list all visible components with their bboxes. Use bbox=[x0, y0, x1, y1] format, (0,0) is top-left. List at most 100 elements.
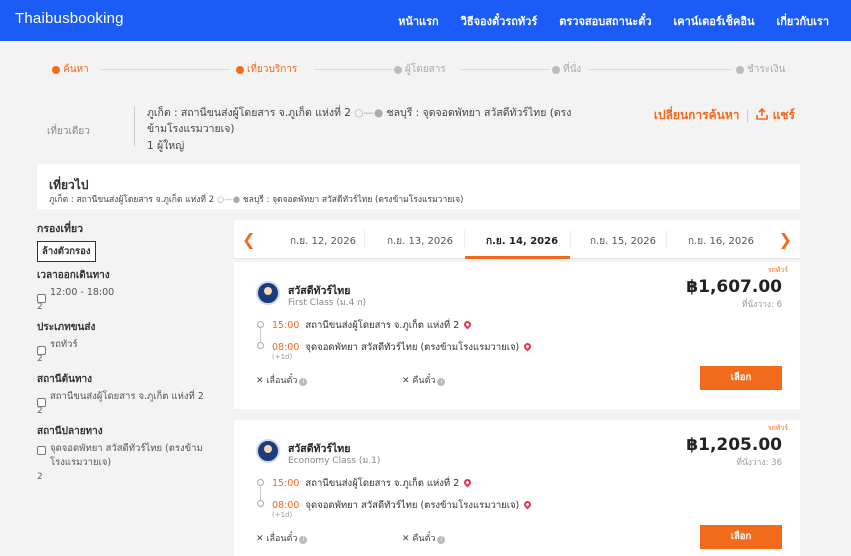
step-dot bbox=[552, 65, 560, 74]
top-navbar: Thaibusbooking หน้าแรก วิธีจองตั๋วรถทัวร… bbox=[0, 0, 851, 41]
arrival-stop: 08:00 จุดจอดพัทยา สวัสดีทัวร์ไทย (ตรงข้าม… bbox=[272, 340, 533, 355]
route-arrow-icon: ○—● bbox=[354, 107, 387, 119]
next-day-note: (+1d) bbox=[272, 353, 293, 361]
select-trip-button[interactable]: เลือก bbox=[700, 525, 782, 549]
progress-line bbox=[100, 69, 230, 70]
trip-price: ฿1,607.00 bbox=[686, 277, 782, 297]
operator-logo bbox=[256, 281, 280, 305]
date-tab[interactable]: ก.ย. 12, 2026 bbox=[290, 234, 356, 249]
outbound-route: ภูเก็ต : สถานีขนส่งผู้โดยสาร จ.ภูเก็ต แห… bbox=[49, 195, 464, 205]
checkbox[interactable] bbox=[37, 294, 46, 303]
timeline-dot bbox=[257, 500, 264, 507]
operator-logo bbox=[256, 439, 280, 463]
progress-line bbox=[460, 69, 550, 70]
trip-card: รถทัวร์ สวัสดีทัวร์ไทย First Class (ม.4 … bbox=[234, 262, 800, 409]
divider bbox=[570, 230, 571, 248]
filter-option[interactable]: รถทัวร์ 2 bbox=[37, 338, 217, 366]
nav-link-check-status[interactable]: ตรวจสอบสถานะตั๋ว bbox=[559, 12, 651, 30]
seats-available: ที่นั่งว่าง: 36 bbox=[736, 458, 782, 468]
share-button[interactable]: แชร์ bbox=[756, 106, 795, 125]
brand-logo[interactable]: Thaibusbooking bbox=[15, 10, 124, 27]
trip-card: รถทัวร์ สวัสดีทัวร์ไทย Economy Class (ม.… bbox=[234, 420, 800, 556]
filter-section-destination: สถานีปลายทาง bbox=[37, 426, 103, 437]
refund-policy[interactable]: ✕ คืนตั๋ว i bbox=[402, 373, 446, 387]
filter-option[interactable]: จุดจอดพัทยา สวัสดีทัวร์ไทย (ตรงข้ามโรงแร… bbox=[37, 442, 217, 484]
route-arrow-icon: ○—● bbox=[216, 195, 243, 205]
filter-option[interactable]: 12:00 - 18:00 2 bbox=[37, 286, 217, 314]
reschedule-policy[interactable]: ✕ เลื่อนตั๋ว i bbox=[256, 373, 308, 387]
checkbox[interactable] bbox=[37, 446, 46, 455]
info-icon[interactable]: i bbox=[299, 378, 308, 386]
map-pin-icon[interactable] bbox=[462, 319, 473, 330]
bus-class: Economy Class (ม.1) bbox=[288, 456, 381, 466]
step-dot bbox=[736, 65, 744, 74]
next-date-arrow-icon[interactable]: ❯ bbox=[779, 230, 792, 249]
booking-progress: ค้นหา เที่ยวบริการ ผู้โดยสาร ที่นั่ง ชำร… bbox=[52, 62, 788, 78]
info-icon[interactable]: i bbox=[437, 536, 446, 544]
step-payment: ชำระเงิน bbox=[736, 62, 785, 77]
departure-stop: 15:00 สถานีขนส่งผู้โดยสาร จ.ภูเก็ต แห่งที… bbox=[272, 476, 473, 491]
info-icon[interactable]: i bbox=[437, 378, 446, 386]
filter-section-transport-type: ประเภทขนส่ง bbox=[37, 322, 96, 333]
clear-filters-button[interactable]: ล้างตัวกรอง bbox=[37, 241, 96, 262]
transport-tag: รถทัวร์ bbox=[767, 266, 788, 274]
next-day-note: (+1d) bbox=[272, 511, 293, 519]
trip-price: ฿1,205.00 bbox=[686, 435, 782, 455]
change-search-button[interactable]: เปลี่ยนการค้นหา bbox=[654, 106, 740, 125]
step-seat: ที่นั่ง bbox=[552, 62, 581, 77]
divider bbox=[364, 230, 365, 248]
timeline-dot bbox=[257, 321, 264, 328]
filter-title: กรองเที่ยว bbox=[37, 223, 83, 235]
reschedule-policy[interactable]: ✕ เลื่อนตั๋ว i bbox=[256, 531, 308, 545]
summary-route: ภูเก็ต : สถานีขนส่งผู้โดยสาร จ.ภูเก็ต แห… bbox=[147, 107, 572, 135]
step-trip[interactable]: เที่ยวบริการ bbox=[236, 62, 297, 77]
checkbox[interactable] bbox=[37, 398, 46, 407]
timeline-dot bbox=[257, 479, 264, 486]
arrival-stop: 08:00 จุดจอดพัทยา สวัสดีทัวร์ไทย (ตรงข้าม… bbox=[272, 498, 533, 513]
step-dot bbox=[394, 65, 402, 74]
step-dot bbox=[52, 65, 60, 74]
share-icon bbox=[756, 107, 769, 120]
trip-type: เที่ยวเดียว bbox=[47, 126, 90, 137]
timeline-dot bbox=[257, 342, 264, 349]
transport-tag: รถทัวร์ bbox=[767, 424, 788, 432]
filter-section-departure-time: เวลาออกเดินทาง bbox=[37, 270, 110, 281]
step-passenger: ผู้โดยสาร bbox=[394, 62, 446, 77]
step-dot bbox=[236, 65, 244, 74]
progress-line bbox=[588, 69, 732, 70]
map-pin-icon[interactable] bbox=[462, 477, 473, 488]
select-trip-button[interactable]: เลือก bbox=[700, 366, 782, 390]
filter-section-origin: สถานีต้นทาง bbox=[37, 374, 93, 385]
nav-link-home[interactable]: หน้าแรก bbox=[398, 12, 439, 30]
bus-class: First Class (ม.4 ก) bbox=[288, 298, 367, 308]
prev-date-arrow-icon[interactable]: ❮ bbox=[242, 230, 255, 249]
nav-link-how-to-book[interactable]: วิธีจองตั๋วรถทัวร์ bbox=[461, 12, 538, 30]
outbound-header: เที่ยวไป ภูเก็ต : สถานีขนส่งผู้โดยสาร จ.… bbox=[37, 164, 800, 209]
refund-policy[interactable]: ✕ คืนตั๋ว i bbox=[402, 531, 446, 545]
summary-actions: เปลี่ยนการค้นหา แชร์ bbox=[654, 106, 795, 125]
nav-links: หน้าแรก วิธีจองตั๋วรถทัวร์ ตรวจสอบสถานะต… bbox=[398, 12, 829, 30]
date-tab[interactable]: ก.ย. 16, 2026 bbox=[688, 234, 754, 249]
departure-stop: 15:00 สถานีขนส่งผู้โดยสาร จ.ภูเก็ต แห่งที… bbox=[272, 318, 473, 333]
selected-date-indicator bbox=[465, 256, 570, 259]
info-icon[interactable]: i bbox=[299, 536, 308, 544]
map-pin-icon[interactable] bbox=[522, 341, 533, 352]
seats-available: ที่นั่งว่าง: 6 bbox=[741, 300, 782, 310]
date-tab-selected[interactable]: ก.ย. 14, 2026 bbox=[486, 234, 558, 249]
filter-panel: กรองเที่ยว ล้างตัวกรอง เวลาออกเดินทาง 12… bbox=[37, 220, 217, 484]
passenger-count: 1 ผู้ใหญ่ bbox=[147, 140, 185, 152]
divider bbox=[747, 108, 749, 123]
step-search[interactable]: ค้นหา bbox=[52, 62, 89, 77]
filter-option[interactable]: สถานีขนส่งผู้โดยสาร จ.ภูเก็ต แห่งที่ 22 bbox=[37, 390, 217, 418]
checkbox[interactable] bbox=[37, 346, 46, 355]
date-tab[interactable]: ก.ย. 13, 2026 bbox=[387, 234, 453, 249]
date-selector: ❮ ก.ย. 12, 2026 ก.ย. 13, 2026 ก.ย. 14, 2… bbox=[234, 220, 800, 259]
progress-line bbox=[314, 69, 394, 70]
map-pin-icon[interactable] bbox=[522, 499, 533, 510]
divider bbox=[134, 106, 135, 146]
nav-link-checkin-counter[interactable]: เคาน์เตอร์เช็คอิน bbox=[674, 12, 755, 30]
date-tab[interactable]: ก.ย. 15, 2026 bbox=[590, 234, 656, 249]
search-summary: เที่ยวเดียว ภูเก็ต : สถานีขนส่งผู้โดยสาร… bbox=[37, 100, 800, 160]
divider bbox=[464, 230, 465, 248]
nav-link-about[interactable]: เกี่ยวกับเรา bbox=[776, 12, 829, 30]
